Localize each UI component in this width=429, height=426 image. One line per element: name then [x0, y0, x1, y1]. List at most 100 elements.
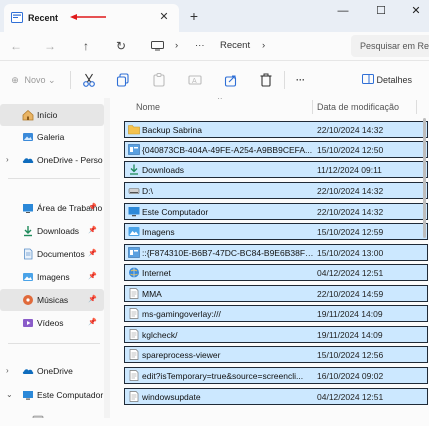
control-panel-icon	[128, 247, 140, 258]
delete-icon[interactable]	[259, 72, 273, 88]
more-options-button[interactable]: ···	[296, 72, 305, 88]
plus-circle-icon: ⊕	[11, 75, 19, 85]
navigation-bar: ← → ↑ ↻ › ··· Recent › Pesquisar em Rece…	[0, 32, 429, 60]
rename-icon[interactable]: A	[188, 72, 202, 88]
list-item[interactable]: MMA 22/10/2024 14:59	[124, 285, 428, 302]
music-icon	[23, 295, 33, 305]
list-item[interactable]: ::{F874310E-B6B7-47DC-BC84-B9E6B38F5... …	[124, 244, 428, 261]
list-item[interactable]: D:\ 22/10/2024 14:32	[124, 182, 428, 199]
list-item[interactable]: Este Computador 22/10/2024 14:32	[124, 203, 428, 220]
internet-icon	[129, 267, 139, 278]
item-name: edit?isTemporary=true&source=screencli..…	[142, 371, 304, 381]
item-date: 04/12/2024 12:51	[317, 392, 384, 402]
address-bar[interactable]: › ··· Recent ›	[145, 35, 345, 57]
sidebar-item-este-computador[interactable]: ⌄ Este Computador	[0, 384, 104, 406]
desktop-icon	[23, 204, 33, 213]
this-pc-icon	[23, 391, 33, 400]
close-window-button[interactable]: ✕	[406, 4, 426, 18]
column-divider[interactable]	[312, 100, 313, 114]
paste-icon[interactable]	[152, 72, 166, 88]
item-date: 19/11/2024 14:09	[317, 309, 383, 319]
scrollbar-thumb[interactable]	[423, 118, 426, 238]
back-button[interactable]: ←	[8, 38, 24, 54]
sidebar-item-area-de-trabalho[interactable]: Área de Trabalho 📌	[0, 197, 104, 219]
sidebar-item-videos[interactable]: Vídeos 📌	[0, 312, 104, 334]
list-item[interactable]: {040873CB-404A-49FE-A254-A9BB9CEFA... 15…	[124, 141, 428, 158]
sidebar-label-documentos: Documentos	[37, 249, 85, 259]
control-panel-icon	[128, 144, 140, 155]
item-date: 22/10/2024 14:32	[317, 186, 384, 196]
vertical-scrollbar[interactable]	[423, 118, 427, 418]
title-bar: Recent ✕ + — ☐ ✕	[0, 0, 429, 32]
file-icon	[129, 349, 139, 360]
collapse-chevron-icon[interactable]: ⌄	[6, 384, 13, 406]
sidebar-item-inicio[interactable]: Início	[0, 104, 104, 126]
details-button[interactable]: Detalhes	[362, 72, 412, 88]
minimize-button[interactable]: —	[333, 4, 353, 18]
sidebar-divider-2	[8, 343, 100, 344]
expand-chevron-icon[interactable]: ›	[6, 360, 9, 382]
sidebar-item-imagens[interactable]: Imagens 📌	[0, 266, 104, 288]
status-bar	[0, 418, 429, 426]
file-icon	[129, 288, 139, 299]
item-name: spareprocess-viewer	[142, 350, 221, 360]
column-header-name[interactable]: Nome	[136, 98, 160, 116]
share-icon[interactable]	[224, 72, 238, 88]
list-item[interactable]: windowsupdate 04/12/2024 12:51	[124, 388, 428, 405]
column-header-date[interactable]: Data de modificação	[317, 98, 399, 116]
documents-icon	[24, 248, 33, 260]
list-item[interactable]: kglcheck/ 19/11/2024 14:09	[124, 326, 428, 343]
sidebar-item-onedrive-personal[interactable]: › OneDrive - Perso	[0, 149, 104, 171]
column-divider-2[interactable]	[416, 100, 417, 114]
sidebar-label-videos: Vídeos	[37, 318, 64, 328]
item-date: 15/10/2024 12:50	[317, 145, 384, 155]
up-button[interactable]: ↑	[78, 38, 94, 54]
sort-ascending-icon: ^	[218, 98, 222, 104]
list-item[interactable]: Backup Sabrina 22/10/2024 14:32	[124, 121, 428, 138]
new-tab-button[interactable]: +	[186, 8, 202, 24]
sidebar-item-documentos[interactable]: Documentos 📌	[0, 243, 104, 265]
recent-tab-icon	[11, 12, 23, 23]
search-placeholder: Pesquisar em Recent	[360, 41, 429, 51]
tab-close-icon[interactable]: ✕	[157, 10, 171, 24]
sidebar-item-musicas[interactable]: Músicas 📌	[0, 289, 104, 311]
search-box[interactable]: Pesquisar em Recent	[351, 35, 429, 57]
item-date: 15/10/2024 13:00	[317, 248, 384, 258]
item-name: Este Computador	[142, 207, 209, 217]
pin-icon: 📌	[88, 296, 97, 303]
forward-button[interactable]: →	[42, 38, 58, 54]
list-item[interactable]: spareprocess-viewer 15/10/2024 12:56	[124, 346, 428, 363]
sidebar-item-galeria[interactable]: Galeria	[0, 126, 104, 148]
pin-icon: 📌	[88, 273, 97, 280]
item-date: 15/10/2024 12:56	[317, 350, 384, 360]
chevron-down-icon: ⌄	[48, 75, 56, 85]
sidebar-item-onedrive[interactable]: › OneDrive	[0, 360, 104, 382]
tab-title: Recent	[28, 13, 59, 23]
refresh-button[interactable]: ↻	[113, 38, 129, 54]
address-more-button[interactable]: ···	[195, 40, 205, 51]
item-date: 22/10/2024 14:59	[317, 289, 384, 299]
item-date: 22/10/2024 14:32	[317, 207, 384, 217]
expand-chevron-icon[interactable]: ›	[6, 149, 9, 171]
sidebar-label-downloads: Downloads	[37, 226, 80, 236]
list-item[interactable]: Downloads 11/12/2024 09:11	[124, 161, 428, 178]
list-item[interactable]: Imagens 15/10/2024 12:59	[124, 223, 428, 240]
command-bar: ⊕ Novo ⌄ A ··· Detalhes	[0, 60, 429, 98]
copy-icon[interactable]	[116, 72, 130, 88]
new-button[interactable]: ⊕ Novo ⌄	[8, 72, 56, 88]
downloads-icon	[130, 164, 138, 175]
cut-icon[interactable]	[82, 72, 96, 88]
list-item[interactable]: ms-gamingoverlay:/// 19/11/2024 14:09	[124, 305, 428, 322]
list-item[interactable]: Internet 04/12/2024 12:51	[124, 264, 428, 281]
downloads-icon	[24, 226, 32, 237]
maximize-button[interactable]: ☐	[371, 4, 391, 18]
address-separator: ›	[175, 40, 179, 51]
item-date: 04/12/2024 12:51	[317, 268, 384, 278]
list-item[interactable]: edit?isTemporary=true&source=screencli..…	[124, 367, 428, 384]
pin-icon: 📌	[88, 204, 97, 211]
address-current[interactable]: Recent	[220, 40, 250, 51]
sidebar-item-downloads[interactable]: Downloads 📌	[0, 220, 104, 242]
pin-icon: 📌	[88, 227, 97, 234]
item-name: D:\	[142, 186, 153, 196]
item-name: Imagens	[142, 227, 175, 237]
